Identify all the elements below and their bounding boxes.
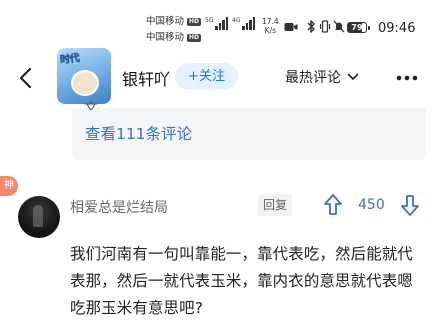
post-header: 时代 银轩吖 +关注 最热评论 xyxy=(0,48,441,108)
arrow-up-icon xyxy=(324,194,342,215)
hd-badge: HD xyxy=(187,18,202,26)
signal-4g-icon: 4G xyxy=(232,17,256,30)
network-speed: 17.4 K/s xyxy=(262,17,279,35)
arrow-down-icon xyxy=(401,195,419,216)
more-dots-icon xyxy=(396,75,418,81)
sort-selector[interactable]: 最热评论 xyxy=(285,67,359,87)
user-name[interactable]: 银轩吖 xyxy=(122,66,170,90)
bluetooth-icon xyxy=(307,20,315,33)
vibrate-icon xyxy=(319,20,331,33)
downvote-button[interactable] xyxy=(399,193,421,217)
upvote-button[interactable] xyxy=(322,193,344,217)
commenter-name[interactable]: 相爱总是烂结局 xyxy=(70,197,168,217)
reply-button[interactable]: 回复 xyxy=(258,194,292,216)
commenter-avatar[interactable] xyxy=(18,196,60,238)
signal-5g-icon: 5G xyxy=(205,17,229,30)
status-clock: 09:46 xyxy=(378,21,416,36)
reply-preview: 文 查看111条评论 xyxy=(72,101,426,160)
god-comment-badge: 神 xyxy=(0,176,18,196)
carrier-1: 中国移动 HD xyxy=(146,16,202,27)
chevron-left-icon xyxy=(19,67,32,89)
hd-badge: HD xyxy=(187,34,202,42)
avatar-caption: 时代 xyxy=(59,53,80,67)
battery-icon: 79 xyxy=(347,22,370,33)
status-bar: 中国移动 HD 中国移动 HD 5G 4G 17.4 K/s 79 09:46 xyxy=(0,0,441,48)
more-options-button[interactable] xyxy=(392,64,422,92)
sort-label: 最热评论 xyxy=(285,70,341,86)
comment-text: 我们河南有一句叫靠能一，靠代表吃，然后能就代表那，然后一就代表玉米，靠内衣的意思… xyxy=(70,245,413,317)
video-camera-icon xyxy=(284,23,298,31)
avatar[interactable]: 时代 xyxy=(57,48,111,104)
reply-preview-text: 文 xyxy=(84,101,98,110)
avatar-figure xyxy=(71,70,99,96)
back-button[interactable] xyxy=(12,64,40,92)
chevron-down-icon xyxy=(347,73,359,80)
vote-count: 450 xyxy=(358,197,385,213)
view-replies-link[interactable]: 查看111条评论 xyxy=(85,122,192,144)
follow-button[interactable]: +关注 xyxy=(175,63,238,90)
carrier-2: 中国移动 HD xyxy=(146,32,202,43)
mute-bell-icon xyxy=(333,20,345,33)
